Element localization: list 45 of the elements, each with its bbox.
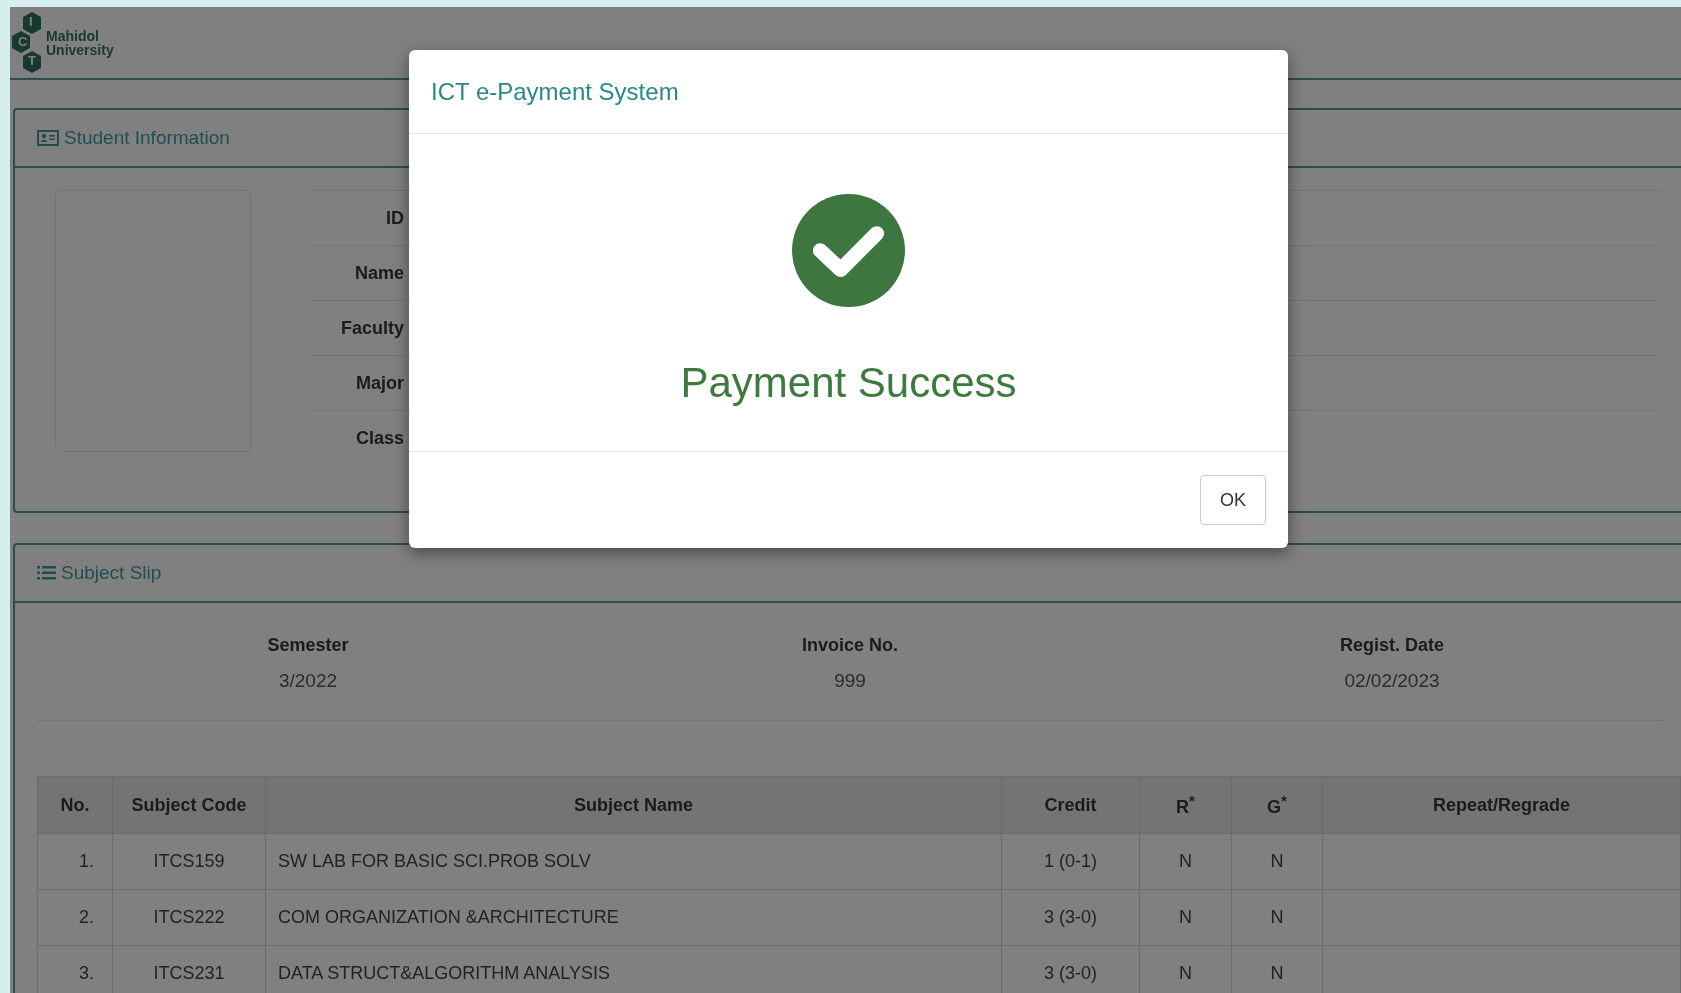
column-header: Subject Name bbox=[265, 776, 1002, 834]
table-cell: N bbox=[1139, 889, 1232, 946]
table-cell: 3 (3-0) bbox=[1001, 889, 1140, 946]
field-label: Major bbox=[355, 372, 404, 394]
table-cell: ITCS222 bbox=[112, 889, 266, 946]
field-label: Faculty bbox=[339, 317, 404, 339]
field-label: Class bbox=[354, 427, 404, 449]
column-header: Subject Code bbox=[112, 776, 266, 834]
column-header: Credit bbox=[1001, 776, 1140, 834]
success-message: Payment Success bbox=[680, 359, 1017, 407]
field-label: ID bbox=[385, 207, 404, 229]
id-card-icon bbox=[37, 130, 59, 146]
column-header: G$^{*}$ bbox=[1231, 776, 1323, 834]
panel-title: Subject Slip bbox=[61, 562, 162, 584]
table-cell: N bbox=[1231, 889, 1323, 946]
summary-label: Regist. Date bbox=[1340, 635, 1444, 656]
table-cell: COM ORGANIZATION &ARCHITECTURE bbox=[265, 889, 1002, 946]
check-circle-icon bbox=[792, 194, 905, 307]
dialog-title: ICT e-Payment System bbox=[431, 77, 679, 106]
logo-letter: I bbox=[29, 13, 33, 29]
table-cell: 3. bbox=[37, 945, 113, 993]
ok-button[interactable]: OK bbox=[1200, 475, 1266, 525]
summary-value: 3/2022 bbox=[278, 670, 338, 692]
table-cell: ITCS159 bbox=[112, 833, 266, 890]
table-cell: 1 (0-1) bbox=[1001, 833, 1140, 890]
logo-text: University bbox=[46, 42, 114, 57]
logo-letter: C bbox=[18, 33, 28, 49]
summary-value: 02/02/2023 bbox=[1344, 670, 1440, 692]
table-cell: N bbox=[1139, 833, 1232, 890]
list-icon bbox=[37, 565, 56, 581]
table-cell: SW LAB FOR BASIC SCI.PROB SOLV bbox=[265, 833, 1002, 890]
panel-title: Student Information bbox=[64, 127, 230, 149]
field-label: Name bbox=[353, 262, 404, 284]
column-header: No. bbox=[37, 776, 113, 834]
table-cell: 1. bbox=[37, 833, 113, 890]
summary-label: Invoice No. bbox=[802, 635, 898, 656]
logo-icon bbox=[10, 9, 44, 76]
column-header: Repeat/Regrade bbox=[1322, 776, 1681, 834]
column-header: R$^{*}$ bbox=[1139, 776, 1232, 834]
table-cell: 2. bbox=[37, 889, 113, 946]
summary-label: Semester bbox=[267, 635, 349, 656]
table-cell: N bbox=[1231, 833, 1323, 890]
logo-text: Mahidol bbox=[46, 28, 100, 43]
logo-letter: T bbox=[28, 52, 36, 68]
summary-value: 999 bbox=[834, 670, 866, 692]
